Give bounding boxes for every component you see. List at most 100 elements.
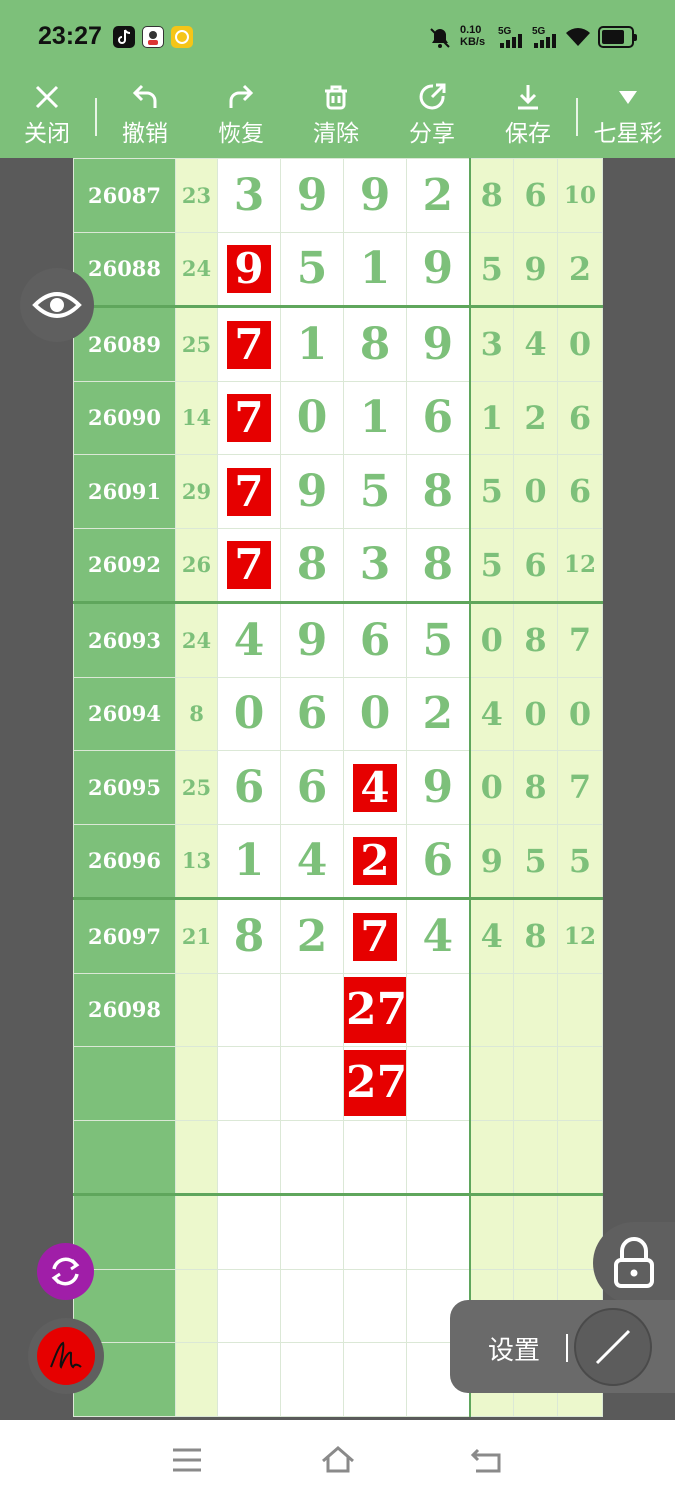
digit-cell[interactable]: 4 xyxy=(406,897,471,974)
digit-cell[interactable] xyxy=(217,972,281,1047)
digit-cell[interactable]: 5 xyxy=(280,231,344,307)
digit-cell[interactable] xyxy=(406,1046,471,1121)
digit-cell[interactable]: 0 xyxy=(343,676,407,751)
digit-cell[interactable]: 8 xyxy=(406,527,471,603)
digit-cell[interactable]: 0 xyxy=(280,380,344,455)
refresh-button[interactable] xyxy=(37,1243,94,1300)
digit-cell[interactable] xyxy=(280,1342,344,1417)
digit-cell[interactable]: 8 xyxy=(280,527,344,603)
digit-cell[interactable]: 6 xyxy=(280,676,344,751)
digit-cell[interactable] xyxy=(217,1046,281,1121)
digit-cell[interactable]: 27 xyxy=(343,972,407,1047)
line-tool-button[interactable] xyxy=(574,1308,652,1386)
digit-cell[interactable] xyxy=(217,1342,281,1417)
lock-button[interactable] xyxy=(593,1222,675,1304)
digit-cell[interactable] xyxy=(217,1268,281,1343)
extra-value: 12 xyxy=(557,897,603,974)
digit-cell[interactable]: 7 xyxy=(217,380,281,455)
signal-icon xyxy=(534,34,556,48)
trash-icon xyxy=(325,85,347,110)
home-nav-button[interactable] xyxy=(320,1444,356,1478)
digit-cell[interactable]: 3 xyxy=(343,527,407,603)
digit-cell[interactable]: 0 xyxy=(217,676,281,751)
draw-row: 26097 21 8 2 7 4 4 8 12 xyxy=(73,897,603,974)
digit-cell[interactable]: 9 xyxy=(280,454,344,529)
digit-cell[interactable]: 1 xyxy=(217,823,281,899)
digit-cell[interactable]: 9 xyxy=(217,231,281,307)
digit-cell[interactable] xyxy=(343,1119,407,1195)
digit-cell[interactable] xyxy=(343,1342,407,1417)
digit-cell[interactable] xyxy=(280,972,344,1047)
digit-cell[interactable] xyxy=(343,1268,407,1343)
close-label: 关闭 xyxy=(24,121,70,147)
digit-cell[interactable]: 7 xyxy=(217,454,281,529)
digit-cell[interactable]: 2 xyxy=(343,823,407,899)
save-button[interactable]: 保存 xyxy=(493,76,563,158)
digit-cell[interactable]: 7 xyxy=(343,897,407,974)
extra-value: 10 xyxy=(557,158,603,233)
digit-cell[interactable]: 27 xyxy=(343,1046,407,1121)
digit-cell[interactable]: 6 xyxy=(343,601,407,678)
digit-cell[interactable]: 8 xyxy=(406,454,471,529)
digit-cell[interactable]: 2 xyxy=(406,158,471,233)
digit-cell[interactable]: 8 xyxy=(343,305,407,382)
digit-cell[interactable]: 9 xyxy=(406,305,471,382)
clear-button[interactable]: 清除 xyxy=(301,76,371,158)
digit-cell[interactable]: 3 xyxy=(217,158,281,233)
menu-nav-button[interactable] xyxy=(170,1446,204,1478)
digit-cell[interactable]: 9 xyxy=(280,158,344,233)
digit-cell[interactable]: 6 xyxy=(217,750,281,825)
extra-value: 8 xyxy=(513,897,558,974)
back-nav-button[interactable] xyxy=(470,1446,504,1480)
digit-cell[interactable] xyxy=(280,1193,344,1270)
draw-row: 26093 24 4 9 6 5 0 8 7 xyxy=(73,601,603,678)
digit-cell[interactable]: 9 xyxy=(280,601,344,678)
close-button[interactable]: 关闭 xyxy=(12,76,82,158)
digit-cell[interactable] xyxy=(406,1193,471,1270)
pen-button[interactable] xyxy=(28,1318,104,1394)
digit-cell[interactable] xyxy=(217,1193,281,1270)
digit-cell[interactable] xyxy=(280,1119,344,1195)
digit-cell[interactable]: 1 xyxy=(343,380,407,455)
lottery-type-dropdown[interactable]: 七星彩 xyxy=(588,76,668,158)
extra-value: 4 xyxy=(513,305,558,382)
digit-cell[interactable]: 9 xyxy=(406,750,471,825)
digit-cell[interactable]: 6 xyxy=(280,750,344,825)
digit-cell[interactable]: 6 xyxy=(406,823,471,899)
extra-value: 5 xyxy=(469,231,514,307)
settings-button[interactable]: 设置 xyxy=(488,1330,540,1367)
digit-cell[interactable] xyxy=(406,1119,471,1195)
digit-cell[interactable]: 4 xyxy=(343,750,407,825)
digit-cell[interactable]: 9 xyxy=(343,158,407,233)
digit-cell[interactable] xyxy=(280,1046,344,1121)
extra-value: 0 xyxy=(469,750,514,825)
digit-cell[interactable]: 9 xyxy=(406,231,471,307)
digit-cell[interactable] xyxy=(280,1268,344,1343)
digit-cell[interactable]: 4 xyxy=(217,601,281,678)
digit-cell[interactable]: 7 xyxy=(217,527,281,603)
digit-cell[interactable] xyxy=(406,972,471,1047)
digit-cell[interactable]: 1 xyxy=(280,305,344,382)
share-button[interactable]: 分享 xyxy=(397,76,467,158)
undo-icon xyxy=(132,84,157,108)
extra-value: 6 xyxy=(557,380,603,455)
digit-cell[interactable] xyxy=(217,1119,281,1195)
undo-button[interactable]: 撤销 xyxy=(110,76,180,158)
highlight-mark: 27 xyxy=(344,976,406,1043)
digit-cell[interactable]: 8 xyxy=(217,897,281,974)
digit-cell[interactable]: 6 xyxy=(406,380,471,455)
toolbar-divider xyxy=(576,98,578,136)
digit-cell[interactable]: 7 xyxy=(217,305,281,382)
digit-cell[interactable]: 2 xyxy=(280,897,344,974)
digit-cell[interactable] xyxy=(343,1193,407,1270)
digit-cell[interactable]: 5 xyxy=(406,601,471,678)
issue-number: 26098 xyxy=(73,972,176,1047)
digit-cell[interactable]: 4 xyxy=(280,823,344,899)
digit-cell[interactable]: 1 xyxy=(343,231,407,307)
sum-value: 24 xyxy=(175,231,218,307)
digit-cell[interactable]: 2 xyxy=(406,676,471,751)
dropdown-triangle-icon xyxy=(619,91,637,104)
visibility-button[interactable] xyxy=(20,268,94,342)
digit-cell[interactable]: 5 xyxy=(343,454,407,529)
redo-button[interactable]: 恢复 xyxy=(206,76,276,158)
